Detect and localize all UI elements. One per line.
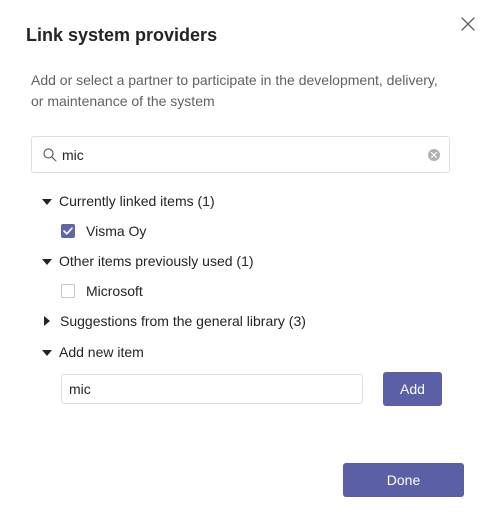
new-item-input[interactable] <box>61 374 363 404</box>
list-item-microsoft[interactable]: Microsoft <box>61 281 143 301</box>
dialog-description: Add or select a partner to participate i… <box>31 72 438 109</box>
checkmark-icon <box>63 227 73 235</box>
dialog-title: Link system providers <box>26 25 218 45</box>
section-label: Add new item <box>59 344 144 360</box>
caret-down-icon <box>42 258 52 265</box>
section-label: Currently linked items (1) <box>59 193 215 209</box>
caret-right-icon <box>44 316 50 326</box>
section-currently-linked[interactable]: Currently linked items (1) <box>42 191 215 211</box>
clear-search-button[interactable] <box>428 149 440 161</box>
done-button[interactable]: Done <box>343 463 464 497</box>
section-label: Suggestions from the general library (3) <box>60 313 306 329</box>
close-icon <box>461 17 475 31</box>
checkbox-unchecked[interactable] <box>61 284 75 298</box>
link-system-providers-dialog: Link system providers Add or select a pa… <box>0 0 489 520</box>
search-box[interactable] <box>31 136 450 173</box>
search-input[interactable] <box>62 146 417 164</box>
list-item-label: Microsoft <box>86 283 143 299</box>
caret-down-icon <box>42 349 52 356</box>
close-button[interactable] <box>458 14 478 34</box>
search-icon <box>43 148 57 162</box>
checkbox-checked[interactable] <box>61 224 75 238</box>
caret-down-icon <box>42 198 52 205</box>
list-item-label: Visma Oy <box>86 223 147 239</box>
section-previously-used[interactable]: Other items previously used (1) <box>42 251 254 271</box>
add-button[interactable]: Add <box>383 372 442 406</box>
list-item-visma-oy[interactable]: Visma Oy <box>61 221 146 241</box>
section-add-new-item[interactable]: Add new item <box>42 342 144 362</box>
clear-icon <box>431 152 437 158</box>
section-label: Other items previously used (1) <box>59 253 254 269</box>
section-suggestions[interactable]: Suggestions from the general library (3) <box>42 311 306 331</box>
